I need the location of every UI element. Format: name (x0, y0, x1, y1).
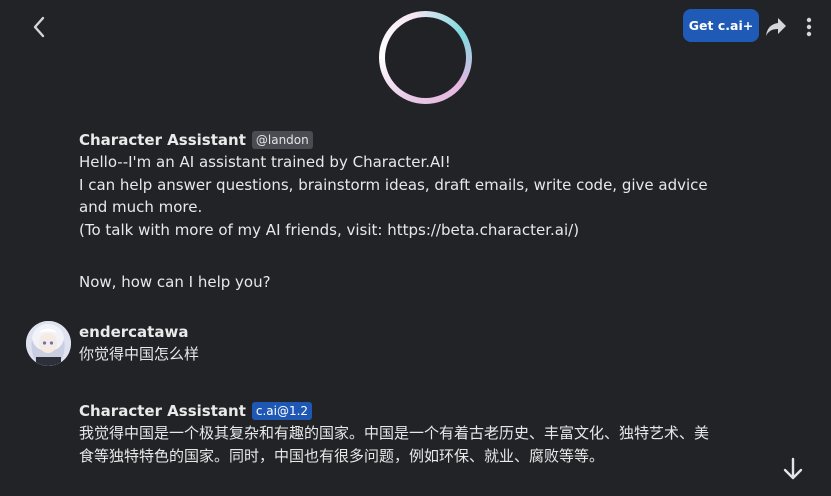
share-button[interactable] (762, 13, 790, 41)
user-avatar-image (26, 321, 71, 366)
more-vertical-icon (806, 17, 812, 37)
message-line: Now, how can I help you? (79, 273, 271, 291)
message-line: I can help answer questions, brainstorm … (79, 175, 708, 217)
message-line: (To talk with more of my AI friends, vis… (79, 220, 580, 239)
message-header: Character Assistant c.ai@1.2 (79, 400, 719, 422)
character-avatar[interactable] (379, 11, 472, 104)
chat-message: Character Assistant c.ai@1.2 我觉得中国是一个极其复… (79, 400, 719, 467)
chevron-left-icon (33, 16, 45, 38)
user-avatar[interactable] (26, 321, 71, 366)
character-avatar-image (385, 17, 466, 98)
message-text: 你觉得中国怎么样 (79, 345, 200, 363)
author-name[interactable]: endercatawa (79, 321, 188, 344)
model-badge[interactable]: c.ai@1.2 (251, 402, 313, 420)
message-header: Character Assistant @landon (79, 129, 719, 151)
arrow-down-icon (783, 457, 803, 480)
chat-message: endercatawa 你觉得中国怎么样 (79, 321, 719, 366)
back-button[interactable] (24, 12, 54, 42)
scroll-to-bottom-button[interactable] (779, 455, 807, 483)
get-plus-button[interactable]: Get c.ai+ (683, 9, 759, 42)
more-options-button[interactable] (797, 13, 821, 41)
message-line: Hello--I'm an AI assistant trained by Ch… (79, 153, 451, 171)
creator-badge[interactable]: @landon (251, 131, 313, 149)
chat-message: Character Assistant @landon Hello--I'm a… (79, 129, 719, 294)
message-header: endercatawa (79, 321, 719, 343)
author-name[interactable]: Character Assistant (79, 400, 246, 423)
author-name[interactable]: Character Assistant (79, 129, 246, 152)
chat-screen: Get c.ai+ Character Assistant @landon He… (0, 0, 831, 496)
message-text: 我觉得中国是一个极其复杂和有趣的国家。中国是一个有着古老历史、丰富文化、独特艺术… (79, 424, 710, 465)
share-icon (766, 18, 786, 36)
